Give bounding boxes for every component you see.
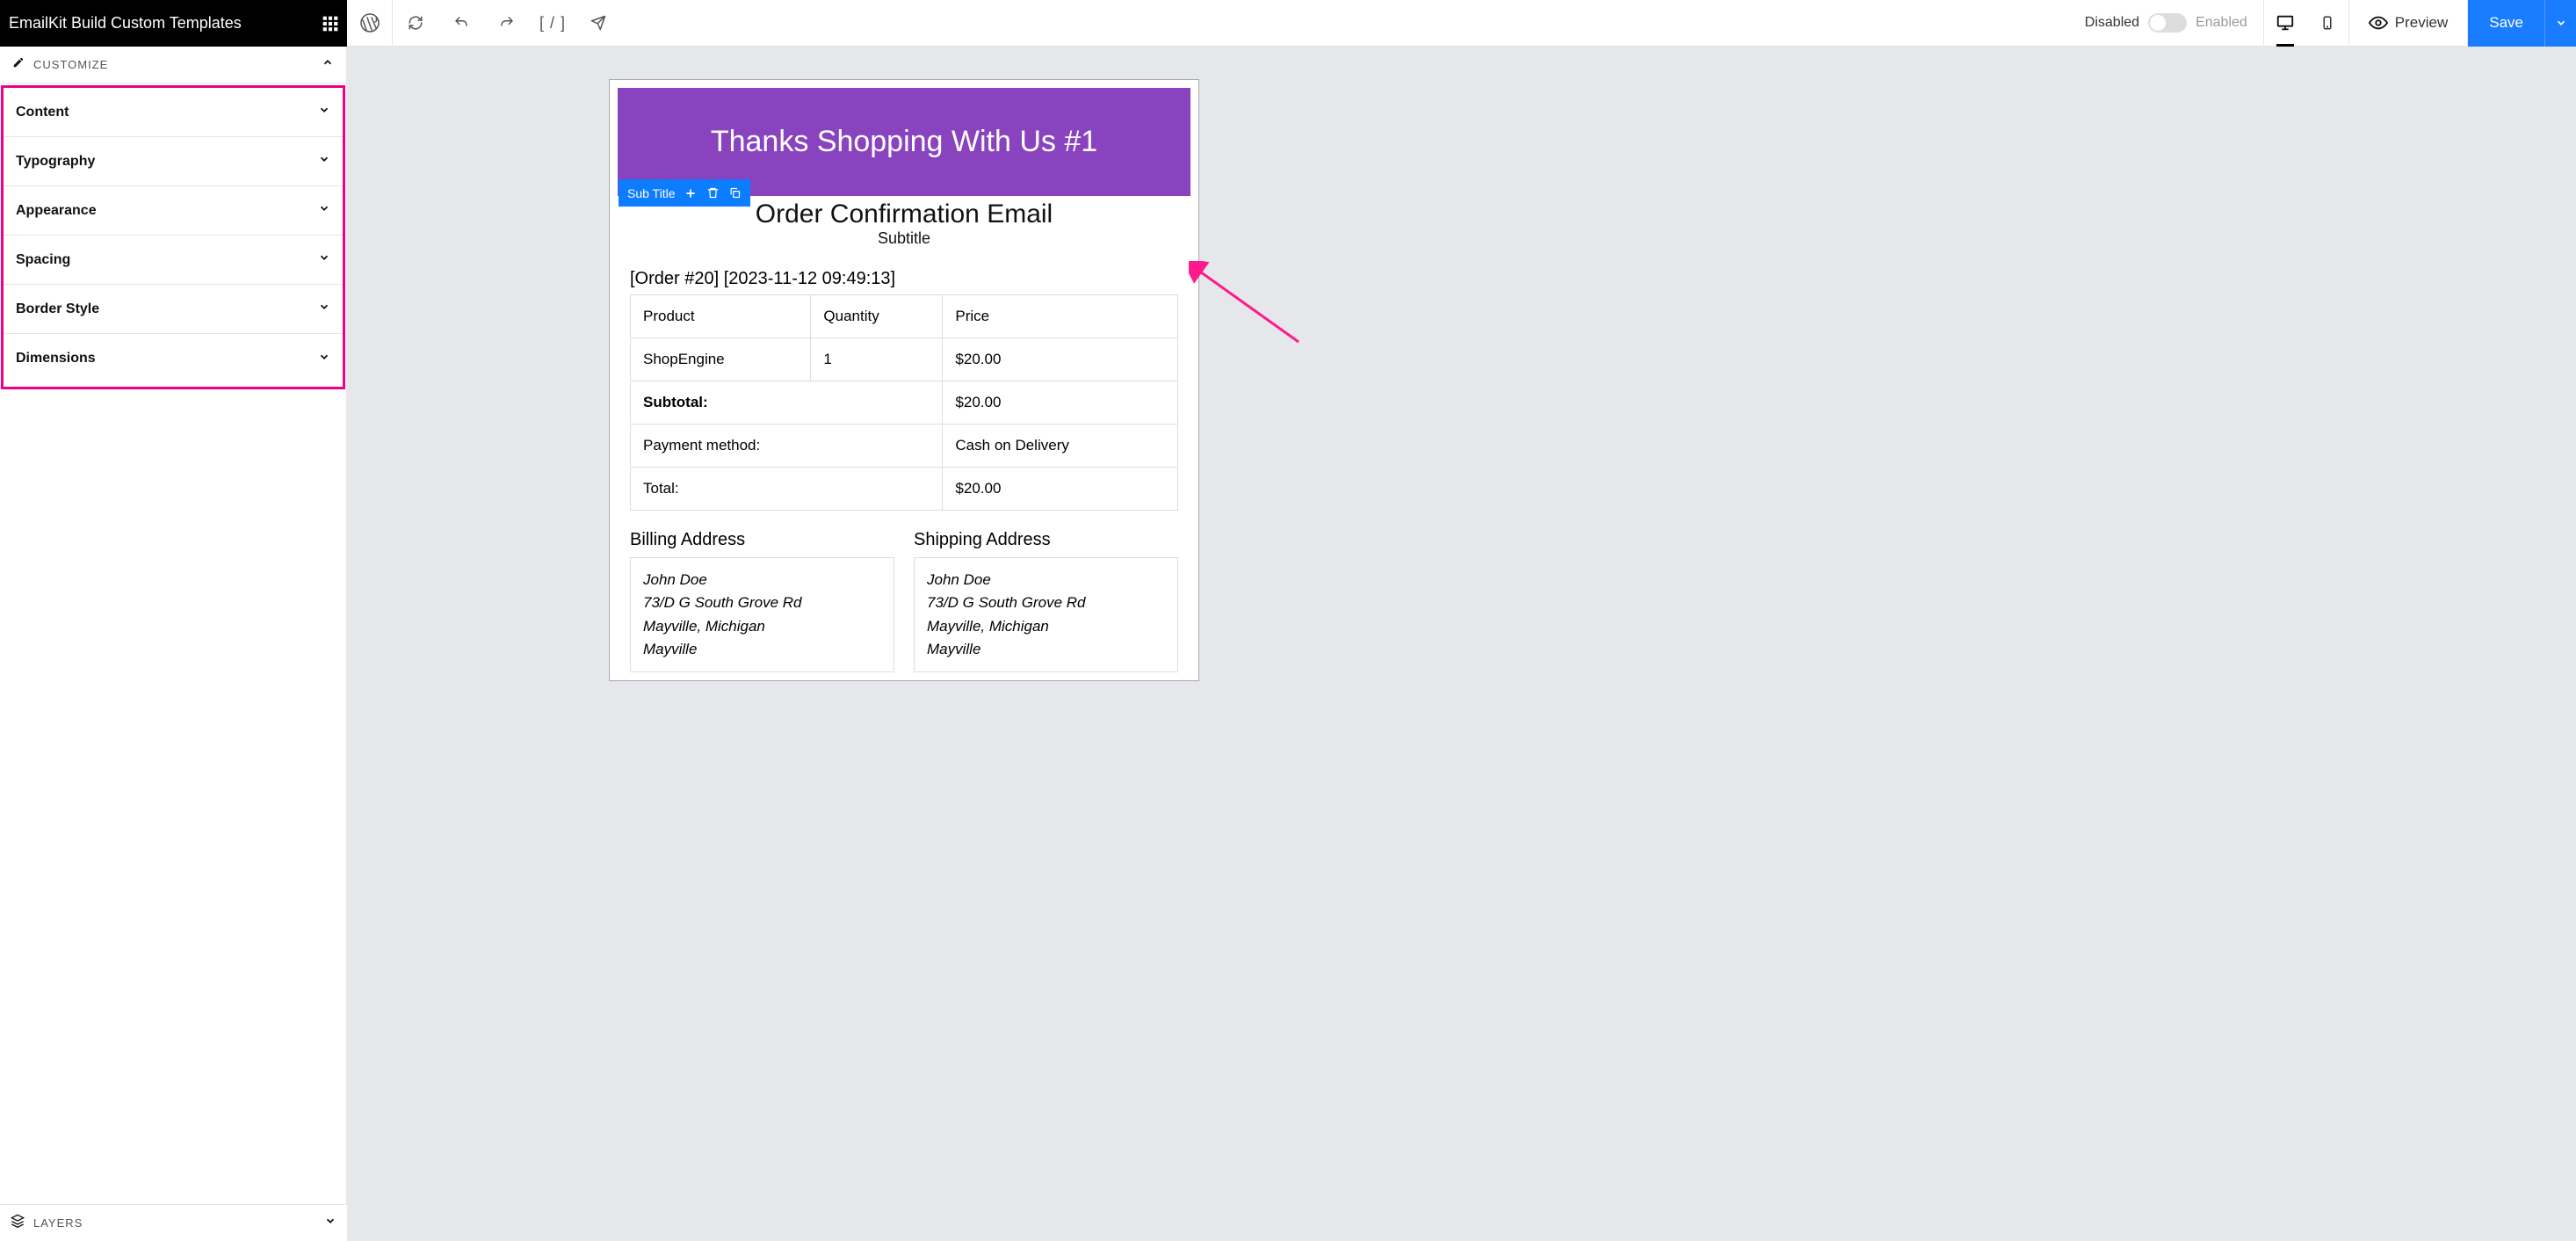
chevron-down-icon <box>318 301 330 317</box>
order-section[interactable]: [Order #20] [2023-11-12 09:49:13] Produc… <box>618 257 1190 511</box>
table-cell: Cash on Delivery <box>943 425 1178 468</box>
billing-box: John Doe 73/D G South Grove Rd Mayville,… <box>630 557 894 672</box>
addr-line: Mayville, Michigan <box>927 615 1165 638</box>
table-head: Product <box>631 295 811 338</box>
save-dropdown[interactable] <box>2544 0 2576 47</box>
toolbar: [ / ] Disabled Enabled Preview Save <box>347 0 2576 47</box>
addr-line: Mayville <box>643 638 881 661</box>
table-cell: Payment method: <box>631 425 943 468</box>
customize-label: CUSTOMIZE <box>33 58 322 71</box>
toggle-knob <box>2150 15 2166 31</box>
shortcode-icon[interactable]: [ / ] <box>530 0 575 47</box>
wordpress-icon[interactable] <box>347 0 393 47</box>
accordion-label: Border Style <box>16 301 318 317</box>
order-table: Product Quantity Price ShopEngine 1 $20.… <box>630 294 1178 511</box>
chevron-up-icon <box>322 56 334 73</box>
address-wrap: Billing Address John Doe 73/D G South Gr… <box>618 511 1190 672</box>
table-head: Price <box>943 295 1178 338</box>
accordion-border-style[interactable]: Border Style <box>4 285 343 334</box>
enable-toggle[interactable] <box>2148 13 2187 33</box>
chevron-down-icon <box>2555 17 2567 29</box>
toggle-label-disabled: Disabled <box>2085 15 2139 31</box>
chevron-down-icon <box>318 351 330 367</box>
table-row: Subtotal: $20.00 <box>631 381 1178 425</box>
chevron-down-icon <box>318 202 330 219</box>
annotation-arrow <box>1189 261 1303 349</box>
table-cell: ShopEngine <box>631 338 811 381</box>
sidebar: CUSTOMIZE Content Typography Appearance … <box>0 47 347 1241</box>
addr-line: Mayville, Michigan <box>643 615 881 638</box>
device-desktop-icon[interactable] <box>2264 0 2306 47</box>
table-head: Quantity <box>811 295 943 338</box>
chevron-down-icon <box>318 251 330 268</box>
accordion-spacing[interactable]: Spacing <box>4 236 343 285</box>
table-cell: $20.00 <box>943 468 1178 511</box>
layers-footer[interactable]: LAYERS <box>0 1204 347 1241</box>
accordion-label: Typography <box>16 154 318 170</box>
accordion-content[interactable]: Content <box>4 88 343 137</box>
table-row: Payment method: Cash on Delivery <box>631 425 1178 468</box>
addr-line: 73/D G South Grove Rd <box>927 591 1165 614</box>
brand-block: EmailKit Build Custom Templates <box>0 0 347 47</box>
apps-grid-icon[interactable] <box>314 0 347 47</box>
billing-title: Billing Address <box>630 530 894 550</box>
add-icon[interactable] <box>684 186 698 200</box>
canvas: Thanks Shopping With Us #1 Sub Title Ord… <box>347 47 2576 1241</box>
preview-label: Preview <box>2395 14 2448 32</box>
layers-label: LAYERS <box>33 1216 324 1230</box>
chevron-down-icon <box>324 1215 336 1231</box>
accordion-label: Appearance <box>16 203 318 219</box>
billing-column[interactable]: Billing Address John Doe 73/D G South Gr… <box>630 530 894 672</box>
device-group <box>2264 0 2349 47</box>
table-cell: $20.00 <box>943 381 1178 425</box>
accordion-label: Spacing <box>16 252 318 268</box>
preview-button[interactable]: Preview <box>2349 0 2468 47</box>
table-row: Total: $20.00 <box>631 468 1178 511</box>
email-header-text: Thanks Shopping With Us #1 <box>711 125 1097 159</box>
customize-header[interactable]: CUSTOMIZE <box>0 47 346 83</box>
undo-icon[interactable] <box>438 0 484 47</box>
table-cell: 1 <box>811 338 943 381</box>
save-button[interactable]: Save <box>2468 0 2544 47</box>
accordion-label: Dimensions <box>16 351 318 366</box>
brand-title: EmailKit Build Custom Templates <box>9 14 314 33</box>
shipping-box: John Doe 73/D G South Grove Rd Mayville,… <box>914 557 1178 672</box>
email-subtitle: Subtitle <box>618 229 1190 248</box>
topbar: EmailKit Build Custom Templates [ / ] Di… <box>0 0 2576 47</box>
shipping-title: Shipping Address <box>914 530 1178 550</box>
accordion-typography[interactable]: Typography <box>4 137 343 186</box>
accordion-highlight: Content Typography Appearance Spacing Bo… <box>1 85 345 389</box>
shipping-column[interactable]: Shipping Address John Doe 73/D G South G… <box>914 530 1178 672</box>
accordion-label: Content <box>16 105 318 120</box>
device-mobile-icon[interactable] <box>2306 0 2348 47</box>
addr-line: John Doe <box>927 569 1165 591</box>
layers-icon <box>11 1214 25 1232</box>
table-cell: $20.00 <box>943 338 1178 381</box>
element-toolbar-label: Sub Title <box>627 186 675 200</box>
chevron-down-icon <box>318 104 330 120</box>
eye-icon <box>2369 13 2388 33</box>
element-toolbar: Sub Title <box>619 179 750 207</box>
addr-line: John Doe <box>643 569 881 591</box>
redo-icon[interactable] <box>484 0 530 47</box>
toggle-label-enabled: Enabled <box>2196 15 2247 31</box>
refresh-icon[interactable] <box>393 0 438 47</box>
trash-icon[interactable] <box>706 186 720 200</box>
addr-line: Mayville <box>927 638 1165 661</box>
chevron-down-icon <box>318 153 330 170</box>
table-cell: Total: <box>631 468 943 511</box>
pencil-icon <box>12 56 25 73</box>
addr-line: 73/D G South Grove Rd <box>643 591 881 614</box>
order-meta: [Order #20] [2023-11-12 09:49:13] <box>630 269 1178 289</box>
table-cell: Subtotal: <box>631 381 943 425</box>
table-row: Product Quantity Price <box>631 295 1178 338</box>
send-icon[interactable] <box>575 0 621 47</box>
copy-icon[interactable] <box>728 186 742 200</box>
accordion-appearance[interactable]: Appearance <box>4 186 343 236</box>
accordion-dimensions[interactable]: Dimensions <box>4 334 343 383</box>
email-preview[interactable]: Thanks Shopping With Us #1 Sub Title Ord… <box>609 79 1199 681</box>
table-row: ShopEngine 1 $20.00 <box>631 338 1178 381</box>
enable-toggle-group: Disabled Enabled <box>2085 0 2264 47</box>
save-label: Save <box>2489 14 2523 32</box>
